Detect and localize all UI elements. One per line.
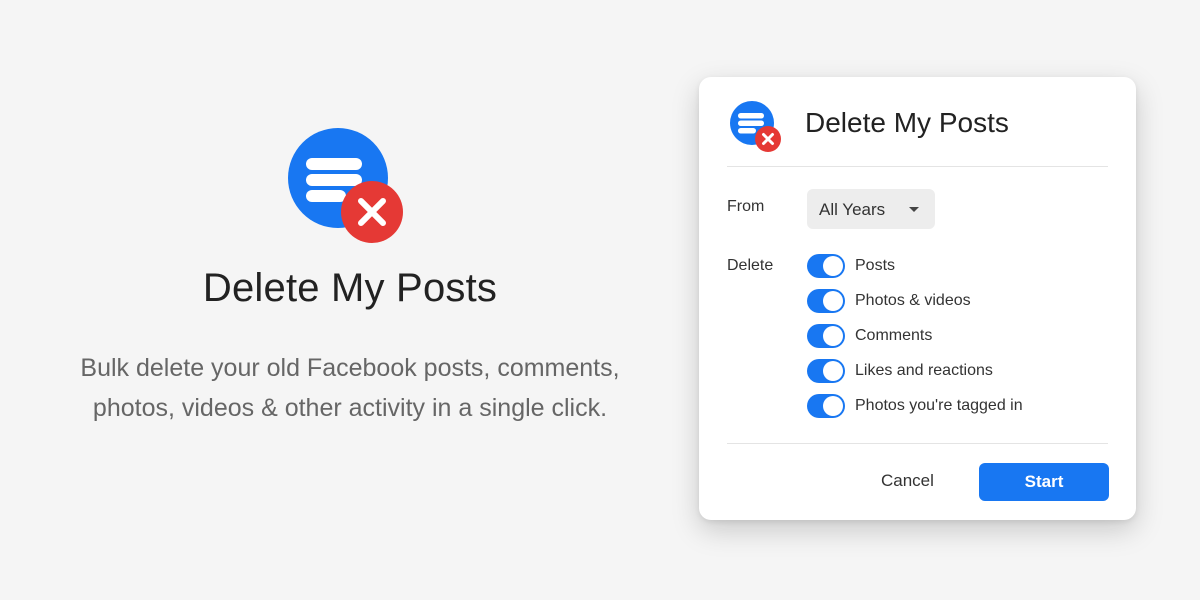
cancel-button[interactable]: Cancel xyxy=(881,471,934,491)
toggle-switch[interactable] xyxy=(807,359,845,383)
option-label: Photos you're tagged in xyxy=(855,397,1023,414)
app-logo-icon xyxy=(730,101,781,152)
year-select[interactable]: All Years xyxy=(807,189,935,229)
divider xyxy=(727,443,1108,444)
caret-down-icon xyxy=(909,207,919,212)
toggle-knob xyxy=(823,256,843,276)
hero-section: Delete My Posts Bulk delete your old Fac… xyxy=(30,110,670,440)
year-select-value: All Years xyxy=(819,200,886,219)
toggle-knob xyxy=(823,291,843,311)
toggle-knob xyxy=(823,361,843,381)
toggle-switch[interactable] xyxy=(807,254,845,278)
delete-posts-dialog: Delete My Posts From All Years Delete Po… xyxy=(699,77,1136,520)
toggle-switch[interactable] xyxy=(807,324,845,348)
dialog-title: Delete My Posts xyxy=(805,107,1009,138)
app-logo-icon xyxy=(288,128,403,243)
option-label: Posts xyxy=(855,257,896,274)
divider xyxy=(727,166,1108,167)
start-button[interactable]: Start xyxy=(979,463,1109,501)
hero-description-line-1: Bulk delete your old Facebook posts, com… xyxy=(80,354,620,382)
toggle-knob xyxy=(823,396,843,416)
toggle-knob xyxy=(823,326,843,346)
hero-title: Delete My Posts xyxy=(202,266,498,310)
hero-description: Bulk delete your old Facebook posts, com… xyxy=(30,348,670,428)
option-label: Likes and reactions xyxy=(855,362,993,379)
option-label: Comments xyxy=(855,327,933,344)
delete-label: Delete xyxy=(727,257,774,274)
option-label: Photos & videos xyxy=(855,292,971,309)
hero-description-line-2: photos, videos & other activity in a sin… xyxy=(92,394,608,422)
from-label: From xyxy=(727,198,765,215)
toggle-switch[interactable] xyxy=(807,289,845,313)
toggle-switch[interactable] xyxy=(807,394,845,418)
